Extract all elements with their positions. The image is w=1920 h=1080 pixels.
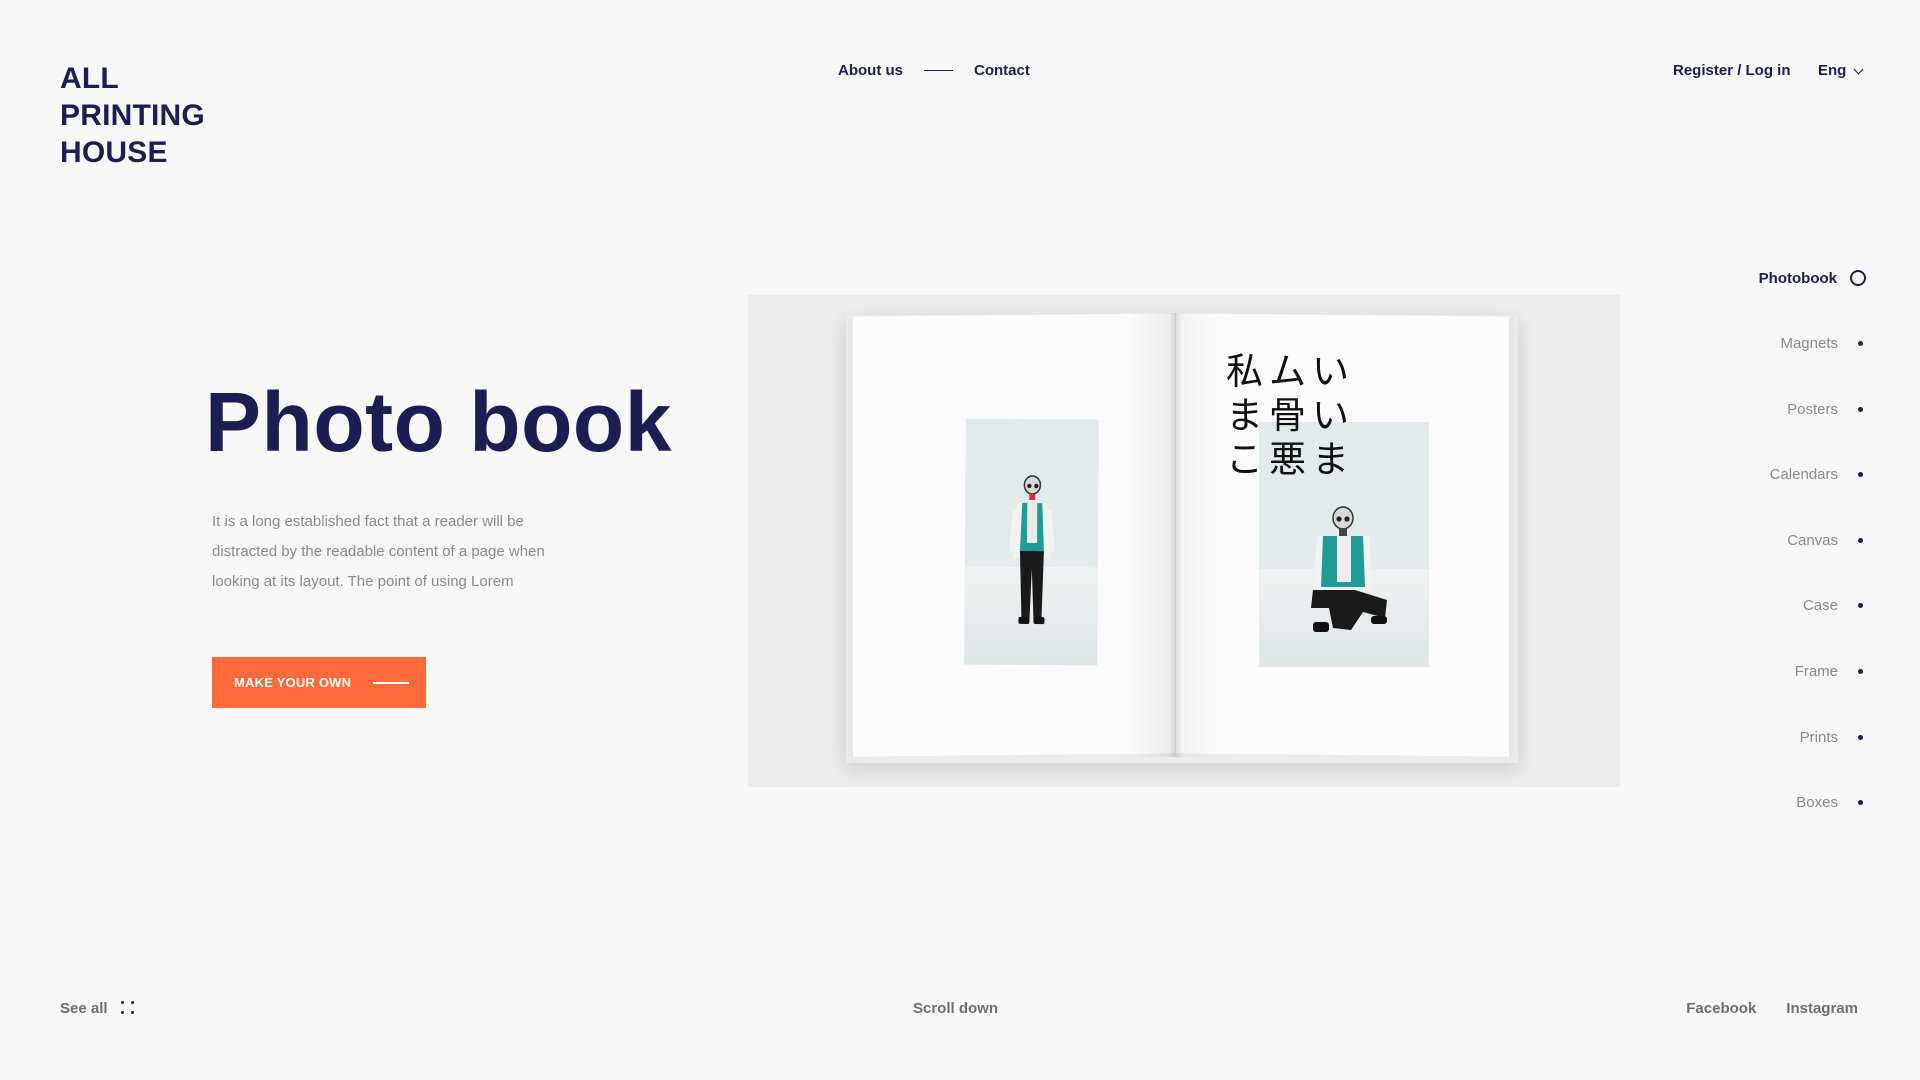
category-label: Posters [1787,400,1838,418]
dot-icon [1858,472,1863,478]
nav-link-contact[interactable]: Contact [974,62,1030,79]
scroll-down-link[interactable]: Scroll down [913,1000,998,1017]
category-item-magnets[interactable]: Magnets [1666,334,1866,354]
language-selector[interactable]: Eng [1818,62,1864,79]
category-item-boxes[interactable]: Boxes [1666,793,1866,813]
ring-icon [1850,270,1866,286]
hero-title: Photo book [205,375,672,469]
instagram-link[interactable]: Instagram [1786,1000,1858,1017]
category-item-case[interactable]: Case [1666,596,1866,616]
category-label: Case [1802,597,1838,615]
photobook-image: 私ムい ま骨い こ悪ま [748,295,1620,787]
logo-line-3: HOUSE [60,136,168,169]
category-label: Magnets [1780,335,1838,353]
category-item-photobook[interactable]: Photobook [1666,268,1866,288]
kanji-overlay: 私ムい ま骨い こ悪ま [1226,350,1355,482]
dot-icon [1858,669,1863,675]
category-nav: Photobook Magnets Posters Calendars Canv… [1666,268,1866,858]
social-links: Facebook Instagram [1686,1000,1858,1017]
dot-icon [1858,734,1863,740]
dot-icon [1858,537,1863,543]
dot-icon [1858,406,1863,412]
arrow-line-icon [373,681,410,684]
category-item-frame[interactable]: Frame [1666,662,1866,682]
chevron-down-icon [1853,64,1864,75]
category-label: Canvas [1787,531,1838,549]
page: ALL PRINTING HOUSE About us Contact Regi… [0,0,1920,1080]
category-item-canvas[interactable]: Canvas [1666,530,1866,550]
logo-line-2: PRINTING [60,99,205,132]
nav-link-about[interactable]: About us [838,62,903,79]
category-label: Boxes [1796,794,1838,812]
category-item-calendars[interactable]: Calendars [1666,465,1866,485]
register-login-link[interactable]: Register / Log in [1673,62,1791,79]
logo-line-1: ALL [60,62,119,95]
category-item-posters[interactable]: Posters [1666,399,1866,419]
category-label: Photobook [1758,269,1837,287]
dot-icon [1858,800,1863,806]
category-item-prints[interactable]: Prints [1666,727,1866,747]
see-all-link[interactable]: See all [60,1000,136,1017]
language-label: Eng [1818,62,1847,79]
dot-icon [1858,341,1863,347]
grid-dots-icon [120,1000,136,1016]
dot-icon [1858,603,1863,609]
kanji-row: ま骨い [1226,394,1355,437]
nav-divider [924,70,953,71]
logo[interactable]: ALL PRINTING HOUSE [60,60,205,171]
make-your-own-button[interactable]: MAKE YOUR OWN [212,657,426,708]
photo-standing-person [964,418,1099,666]
category-label: Prints [1799,728,1838,746]
see-all-label: See all [60,1000,108,1017]
book-spine [1128,313,1218,757]
cta-label: MAKE YOUR OWN [234,675,352,690]
category-label: Frame [1794,663,1838,681]
hero-description: It is a long established fact that a rea… [212,513,545,590]
facebook-link[interactable]: Facebook [1686,1000,1756,1017]
standing-figure [1008,475,1055,625]
kanji-row: 私ムい [1226,350,1355,393]
category-label: Calendars [1769,466,1838,484]
kanji-row: こ悪ま [1226,438,1355,481]
top-nav: About us Contact [838,62,1030,79]
